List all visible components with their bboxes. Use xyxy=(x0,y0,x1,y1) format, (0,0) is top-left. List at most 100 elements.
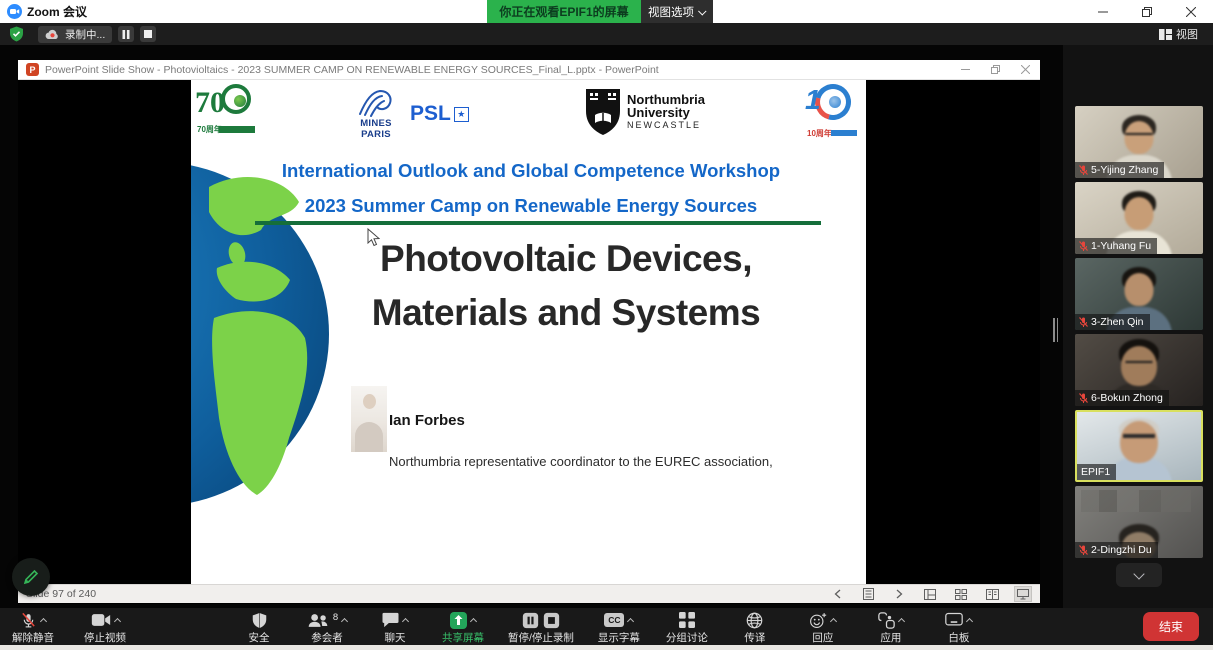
participant-name-tag: 1-Yuhang Fu xyxy=(1075,238,1157,254)
participant-tile[interactable]: 1-Yuhang Fu xyxy=(1075,182,1203,254)
participant-tile[interactable]: 2-Dingzhi Du xyxy=(1075,486,1203,558)
chevron-up-icon[interactable] xyxy=(966,618,973,625)
camera-icon xyxy=(91,613,111,627)
chevron-up-icon[interactable] xyxy=(341,618,348,625)
share-screen-button[interactable]: 共享屏幕 xyxy=(440,608,486,645)
annotation-pen-button[interactable] xyxy=(12,558,50,596)
security-button[interactable]: 安全 xyxy=(236,608,282,645)
meeting-security-shield-icon[interactable] xyxy=(9,26,24,42)
participant-name: 2-Dingzhi Du xyxy=(1091,544,1152,556)
participant-tile[interactable]: 3-Zhen Qin xyxy=(1075,258,1203,330)
participant-tile-active-speaker[interactable]: EPIF1 xyxy=(1075,410,1203,482)
stop-video-button[interactable]: 停止视频 xyxy=(82,608,128,645)
chat-label: 聊天 xyxy=(385,630,406,645)
slide-sorter-view-button[interactable] xyxy=(952,586,970,602)
unmute-button[interactable]: 解除静音 xyxy=(10,608,56,645)
restore-button[interactable] xyxy=(1125,0,1169,23)
ppt-minimize-button[interactable] xyxy=(950,60,980,80)
participant-name: EPIF1 xyxy=(1081,466,1110,478)
minimize-button[interactable] xyxy=(1081,0,1125,23)
powerpoint-titlebar[interactable]: P PowerPoint Slide Show - Photovioltaics… xyxy=(18,60,1040,80)
breakout-rooms-button[interactable]: 分组讨论 xyxy=(664,608,710,645)
logo-70-number: 70 xyxy=(195,86,225,120)
chevron-up-icon[interactable] xyxy=(113,618,120,625)
slideshow-view-button[interactable] xyxy=(1014,586,1032,602)
chat-bubble-icon xyxy=(382,612,399,628)
logo-70-ring xyxy=(221,84,251,114)
pause-recording-button[interactable] xyxy=(118,26,134,42)
interpretation-button[interactable]: 传译 xyxy=(732,608,778,645)
slideshow-stage: 70 70周年 xyxy=(18,80,1040,584)
reactions-button[interactable]: 回应 xyxy=(800,608,846,645)
meeting-toolbar: 解除静音 停止视频 安全 8 xyxy=(0,608,1213,645)
powerpoint-window: P PowerPoint Slide Show - Photovioltaics… xyxy=(18,60,1040,604)
chevron-up-icon[interactable] xyxy=(402,618,409,625)
mouse-cursor xyxy=(367,228,380,247)
view-layout-button[interactable]: 视图 xyxy=(1154,25,1203,43)
chevron-down-icon xyxy=(698,7,706,15)
recording-label: 录制中... xyxy=(65,27,105,42)
reading-view-button[interactable] xyxy=(983,586,1001,602)
mic-muted-icon xyxy=(1079,241,1088,252)
unmute-label: 解除静音 xyxy=(12,630,54,645)
chat-button[interactable]: 聊天 xyxy=(372,608,418,645)
reactions-label: 回应 xyxy=(812,630,833,645)
northumbria-line1: Northumbria xyxy=(627,93,705,106)
participant-name: 1-Yuhang Fu xyxy=(1091,240,1151,252)
workshop-heading-line2: 2023 Summer Camp on Renewable Energy Sou… xyxy=(241,195,821,217)
participant-name-tag: 3-Zhen Qin xyxy=(1075,314,1150,330)
apps-button[interactable]: 应用 xyxy=(868,608,914,645)
mines-scribble-icon xyxy=(356,88,396,118)
apps-icon xyxy=(878,612,895,629)
breakout-rooms-icon xyxy=(679,612,695,628)
speaker-name: Ian Forbes xyxy=(389,412,465,429)
participant-name-tag: EPIF1 xyxy=(1077,464,1116,480)
participants-icon xyxy=(307,613,329,628)
watching-screen-banner: 你正在观看EPIF1的屏幕 xyxy=(487,0,641,23)
mic-muted-icon xyxy=(1079,317,1088,328)
green-divider-rule xyxy=(255,221,821,225)
participant-name-tag: 5-Yijing Zhang xyxy=(1075,162,1164,178)
previous-slide-button[interactable] xyxy=(828,586,846,602)
mic-muted-icon xyxy=(1079,393,1088,404)
chevron-up-icon[interactable] xyxy=(627,618,634,625)
whiteboard-button[interactable]: 白板 xyxy=(936,608,982,645)
slide-menu-button[interactable] xyxy=(859,586,877,602)
interpretation-label: 传译 xyxy=(744,630,765,645)
pause-stop-recording-button[interactable]: 暂停/停止录制 xyxy=(508,608,574,645)
recording-indicator: 录制中... xyxy=(38,26,112,43)
stop-recording-button[interactable] xyxy=(140,26,156,42)
close-button[interactable] xyxy=(1169,0,1213,23)
view-options-label: 视图选项 xyxy=(648,4,694,20)
psl-star-icon: ★ xyxy=(454,107,469,122)
view-options-button[interactable]: 视图选项 xyxy=(641,0,713,23)
anniversary-10-logo: 1 10周年 xyxy=(801,84,859,146)
participant-tile[interactable]: 5-Yijing Zhang xyxy=(1075,106,1203,178)
mic-muted-icon xyxy=(1079,545,1088,556)
cloud-recording-icon xyxy=(45,29,60,40)
end-meeting-button[interactable]: 结束 xyxy=(1143,612,1199,641)
scroll-participants-down-button[interactable] xyxy=(1116,563,1162,587)
panel-resize-handle[interactable] xyxy=(1053,318,1061,342)
ppt-close-button[interactable] xyxy=(1010,60,1040,80)
chevron-up-icon[interactable] xyxy=(898,618,905,625)
participant-name: 5-Yijing Zhang xyxy=(1091,164,1158,176)
participants-button[interactable]: 8 参会者 xyxy=(304,608,350,645)
ppt-restore-button[interactable] xyxy=(980,60,1010,80)
breakout-rooms-label: 分组讨论 xyxy=(666,630,708,645)
logo-10-banner xyxy=(831,130,857,136)
chevron-up-icon[interactable] xyxy=(470,618,477,625)
logo-10-globe xyxy=(829,96,841,108)
show-captions-button[interactable]: CC 显示字幕 xyxy=(596,608,642,645)
slide-title-line2: Materials and Systems xyxy=(321,292,811,334)
logo-70-banner xyxy=(219,126,255,133)
whiteboard-icon xyxy=(945,612,963,628)
participant-name: 3-Zhen Qin xyxy=(1091,316,1144,328)
participant-tile[interactable]: 6-Bokun Zhong xyxy=(1075,334,1203,406)
pen-icon xyxy=(22,568,40,586)
next-slide-button[interactable] xyxy=(890,586,908,602)
normal-view-button[interactable] xyxy=(921,586,939,602)
chevron-up-icon[interactable] xyxy=(830,618,837,625)
slide-title-line1: Photovoltaic Devices, xyxy=(321,238,811,280)
chevron-up-icon[interactable] xyxy=(40,618,47,625)
